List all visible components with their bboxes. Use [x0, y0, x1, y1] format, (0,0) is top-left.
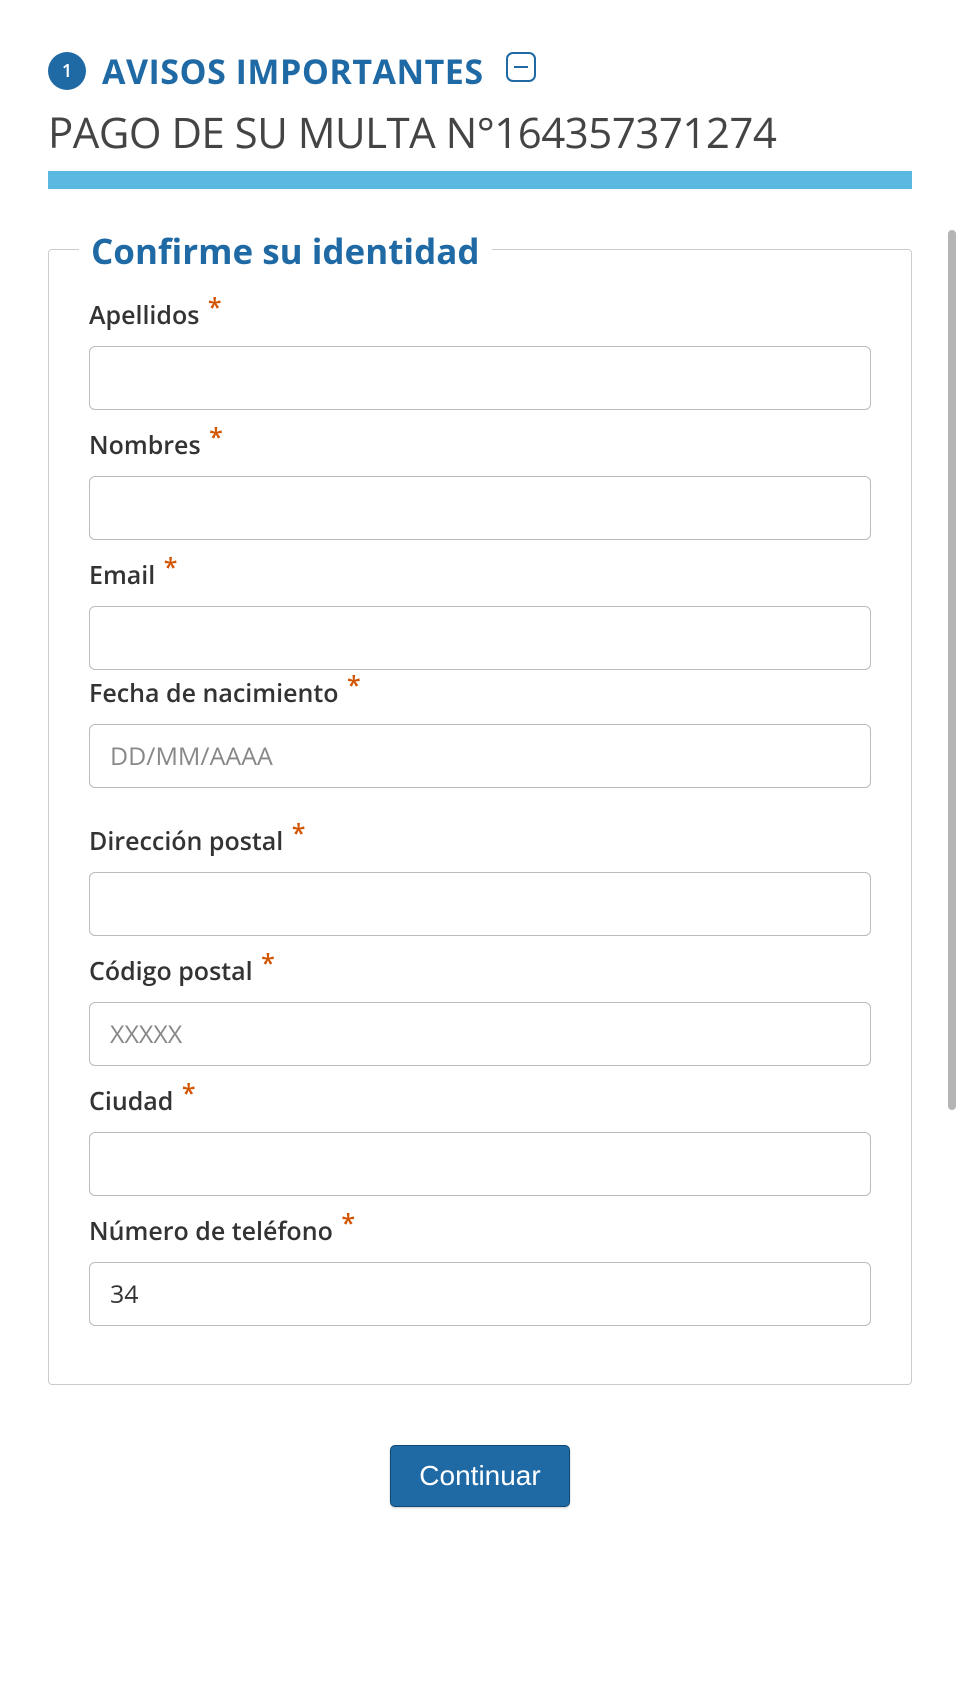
step-number: 1 — [62, 59, 72, 83]
section-title: AVISOS IMPORTANTES — [102, 48, 484, 94]
label-text: Email — [89, 558, 155, 592]
label-text: Ciudad — [89, 1084, 173, 1118]
field-ciudad: Ciudad * — [89, 1084, 871, 1196]
continue-button[interactable]: Continuar — [390, 1445, 569, 1507]
field-email: Email * — [89, 558, 871, 670]
step-badge: 1 — [48, 52, 86, 90]
field-direccion-postal: Dirección postal * — [89, 824, 871, 936]
input-ciudad[interactable] — [89, 1132, 871, 1196]
label-text: Fecha de nacimiento — [89, 676, 339, 710]
page-title: PAGO DE SU MULTA N°164357371274 — [48, 104, 912, 161]
required-icon: * — [341, 1206, 355, 1240]
required-icon: * — [182, 1076, 196, 1110]
fieldset-legend: Confirme su identidad — [79, 228, 492, 275]
field-codigo-postal: Código postal * — [89, 954, 871, 1066]
label-nombres: Nombres * — [89, 428, 871, 462]
identity-fieldset: Confirme su identidad Apellidos * Nombre… — [48, 249, 912, 1385]
label-text: Apellidos — [89, 298, 199, 332]
actions-row: Continuar — [48, 1425, 912, 1507]
label-text: Nombres — [89, 428, 201, 462]
label-telefono: Número de teléfono * — [89, 1214, 871, 1248]
title-divider — [48, 171, 912, 189]
required-icon: * — [261, 946, 275, 980]
label-text: Dirección postal — [89, 824, 283, 858]
required-icon: * — [164, 550, 178, 584]
label-text: Código postal — [89, 954, 253, 988]
label-direccion-postal: Dirección postal * — [89, 824, 871, 858]
input-apellidos[interactable] — [89, 346, 871, 410]
required-icon: * — [209, 420, 223, 454]
field-fecha-nacimiento: Fecha de nacimiento * — [89, 676, 871, 788]
required-icon: * — [208, 290, 222, 324]
label-codigo-postal: Código postal * — [89, 954, 871, 988]
label-apellidos: Apellidos * — [89, 298, 871, 332]
input-nombres[interactable] — [89, 476, 871, 540]
label-text: Número de teléfono — [89, 1214, 333, 1248]
minus-icon — [514, 66, 528, 69]
input-email[interactable] — [89, 606, 871, 670]
field-nombres: Nombres * — [89, 428, 871, 540]
input-telefono[interactable] — [89, 1262, 871, 1326]
field-telefono: Número de teléfono * — [89, 1214, 871, 1326]
label-email: Email * — [89, 558, 871, 592]
required-icon: * — [292, 816, 306, 850]
required-icon: * — [347, 668, 361, 702]
label-ciudad: Ciudad * — [89, 1084, 871, 1118]
input-codigo-postal[interactable] — [89, 1002, 871, 1066]
scrollbar-thumb[interactable] — [948, 230, 956, 1110]
input-fecha-nacimiento[interactable] — [89, 724, 871, 788]
input-direccion-postal[interactable] — [89, 872, 871, 936]
section-header: 1 AVISOS IMPORTANTES — [48, 48, 912, 94]
collapse-icon[interactable] — [506, 52, 536, 82]
field-apellidos: Apellidos * — [89, 298, 871, 410]
label-fecha-nacimiento: Fecha de nacimiento * — [89, 676, 871, 710]
